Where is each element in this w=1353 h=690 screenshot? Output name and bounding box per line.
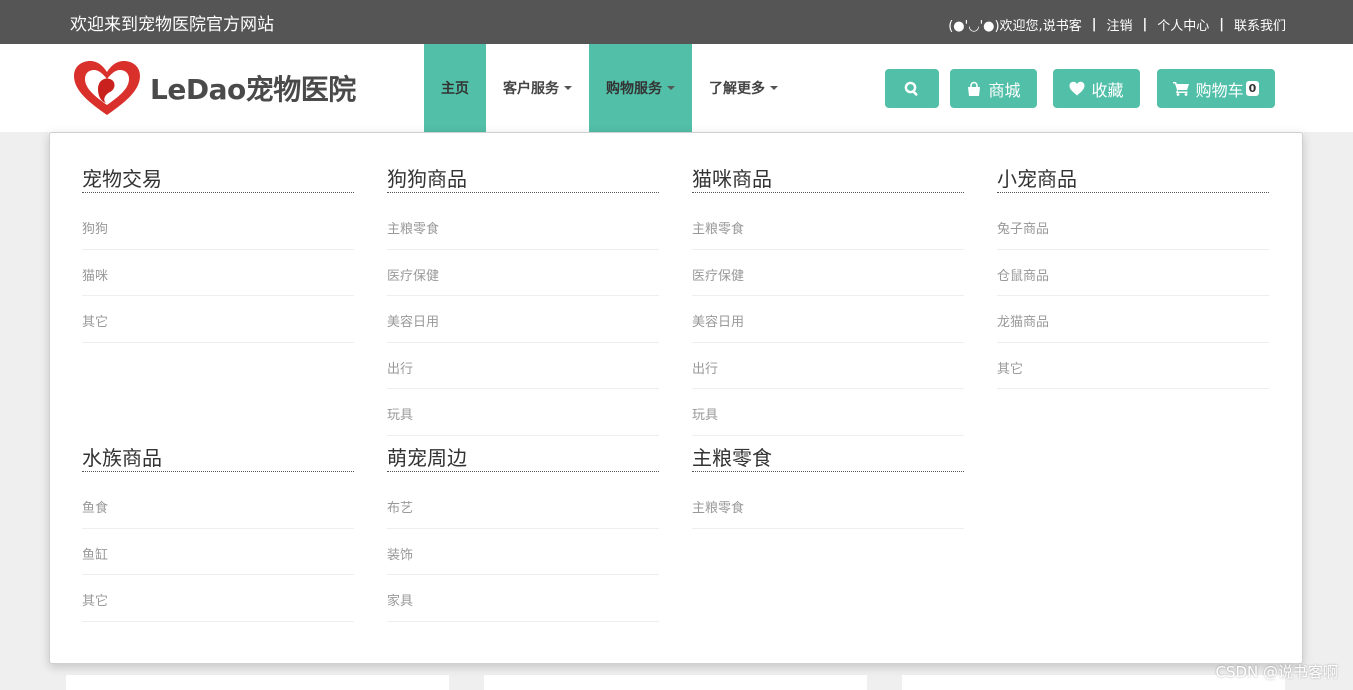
welcome-text: 欢迎来到宠物医院官方网站 (70, 15, 274, 35)
cart-button[interactable]: 购物车 0 (1157, 69, 1275, 108)
menu-column-title: 水族商品 (82, 444, 354, 472)
menu-column-dog-products: 狗狗商品 主粮零食 医疗保健 美容日用 出行 玩具 (387, 133, 659, 436)
site-logo[interactable]: LeDao宠物医院 (70, 59, 400, 117)
nav-home[interactable]: 主页 (424, 44, 486, 132)
separator: | (1142, 17, 1148, 32)
nav-label: 了解更多 (709, 81, 765, 97)
shopping-cart-icon (1172, 82, 1189, 96)
menu-link[interactable]: 龙猫商品 (997, 296, 1269, 343)
cart-label: 购物车 (1195, 80, 1244, 100)
personal-center-link[interactable]: 个人中心 (1157, 15, 1209, 34)
menu-column-pet-merch: 萌宠周边 布艺 装饰 家具 (387, 412, 659, 622)
menu-link[interactable]: 主粮零食 (387, 203, 659, 250)
top-bar: 欢迎来到宠物医院官方网站 (●'◡'●)欢迎您,说书客 | 注销 | 个人中心 … (0, 0, 1353, 44)
search-icon (904, 81, 918, 96)
menu-link[interactable]: 出行 (387, 343, 659, 389)
menu-column-cat-products: 猫咪商品 主粮零食 医疗保健 美容日用 出行 玩具 (692, 133, 964, 436)
logout-link[interactable]: 注销 (1106, 15, 1132, 34)
menu-link[interactable]: 医疗保健 (692, 250, 964, 296)
menu-column-title: 小宠商品 (997, 165, 1269, 193)
shop-label: 商城 (988, 80, 1021, 100)
menu-link[interactable]: 猫咪 (82, 250, 354, 296)
menu-link[interactable]: 出行 (692, 343, 964, 389)
header: LeDao宠物医院 主页 客户服务 购物服务 了解更多 商城 收藏 购物车 0 (0, 44, 1353, 132)
menu-link[interactable]: 鱼食 (82, 482, 354, 529)
nav-label: 客户服务 (503, 81, 559, 97)
menu-link[interactable]: 主粮零食 (692, 203, 964, 250)
menu-link[interactable]: 装饰 (387, 529, 659, 575)
menu-column-small-pet-products: 小宠商品 兔子商品 仓鼠商品 龙猫商品 其它 (997, 133, 1269, 389)
menu-column-pet-trade: 宠物交易 狗狗 猫咪 其它 (82, 133, 354, 343)
caret-down-icon (770, 86, 778, 90)
menu-column-title: 猫咪商品 (692, 165, 964, 193)
nav-label: 主页 (441, 81, 469, 97)
menu-column-staple-food: 主粮零食 主粮零食 (692, 412, 964, 529)
menu-link[interactable]: 主粮零食 (692, 482, 964, 529)
menu-link[interactable]: 其它 (997, 343, 1269, 389)
cart-count-badge: 0 (1245, 81, 1260, 96)
main-nav: 主页 客户服务 购物服务 了解更多 (424, 44, 795, 132)
favorites-button[interactable]: 收藏 (1053, 69, 1140, 108)
content-card (66, 675, 449, 690)
menu-link[interactable]: 美容日用 (692, 296, 964, 343)
nav-shopping-service[interactable]: 购物服务 (589, 44, 692, 132)
user-greeting: (●'◡'●)欢迎您,说书客 (948, 19, 1082, 34)
menu-column-title: 萌宠周边 (387, 444, 659, 472)
caret-down-icon (564, 86, 572, 90)
heart-icon (1069, 81, 1085, 96)
menu-column-title: 宠物交易 (82, 165, 354, 193)
shop-button[interactable]: 商城 (950, 69, 1037, 108)
shopping-bag-icon (968, 81, 981, 96)
menu-link[interactable]: 医疗保健 (387, 250, 659, 296)
contact-link[interactable]: 联系我们 (1234, 15, 1286, 34)
menu-link[interactable]: 兔子商品 (997, 203, 1269, 250)
menu-column-aquatic-products: 水族商品 鱼食 鱼缸 其它 (82, 412, 354, 622)
user-links: (●'◡'●)欢迎您,说书客 | 注销 | 个人中心 | 联系我们 (948, 15, 1286, 34)
search-button[interactable] (885, 69, 939, 108)
menu-column-title: 主粮零食 (692, 444, 964, 472)
heart-logo-icon (74, 61, 140, 115)
shopping-mega-menu: 宠物交易 狗狗 猫咪 其它 狗狗商品 主粮零食 医疗保健 美容日用 出行 玩具 … (49, 132, 1303, 664)
caret-down-icon (667, 86, 675, 90)
menu-link[interactable]: 狗狗 (82, 203, 354, 250)
menu-link[interactable]: 鱼缸 (82, 529, 354, 575)
nav-label: 购物服务 (606, 81, 662, 97)
nav-customer-service[interactable]: 客户服务 (486, 44, 589, 132)
menu-column-title: 狗狗商品 (387, 165, 659, 193)
nav-learn-more[interactable]: 了解更多 (692, 44, 795, 132)
watermark: CSDN @说书客啊 (1215, 663, 1338, 681)
menu-link[interactable]: 其它 (82, 575, 354, 622)
menu-link[interactable]: 家具 (387, 575, 659, 622)
menu-link[interactable]: 布艺 (387, 482, 659, 529)
menu-link[interactable]: 仓鼠商品 (997, 250, 1269, 296)
separator: | (1219, 17, 1224, 32)
menu-link[interactable]: 美容日用 (387, 296, 659, 343)
logo-text: LeDao宠物医院 (150, 73, 356, 106)
content-card (484, 675, 867, 690)
menu-link[interactable]: 其它 (82, 296, 354, 343)
separator: | (1091, 17, 1097, 32)
favorites-label: 收藏 (1091, 80, 1124, 100)
